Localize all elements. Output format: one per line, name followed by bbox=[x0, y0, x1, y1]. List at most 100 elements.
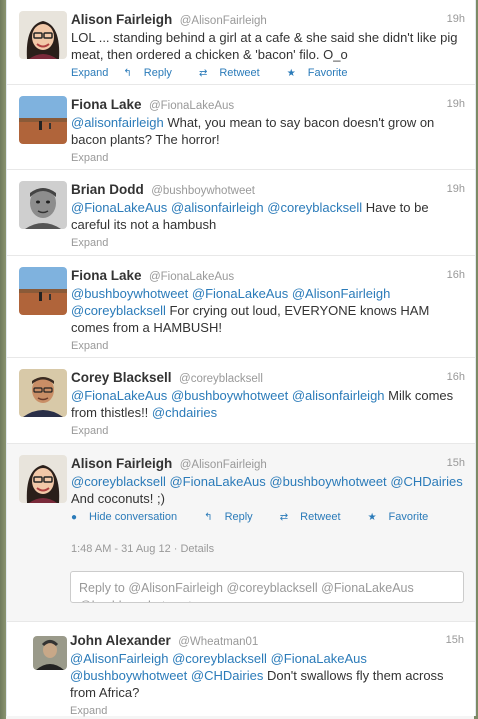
tweet[interactable]: Corey Blacksell @coreyblacksell 16h @Fio… bbox=[7, 358, 475, 444]
author-handle[interactable]: @Wheatman01 bbox=[178, 636, 258, 648]
tweet[interactable]: Fiona Lake @FionaLakeAus 16h @bushboywho… bbox=[7, 256, 475, 358]
tweet-text: @FionaLakeAus @bushboywhotweet @alisonfa… bbox=[71, 387, 465, 421]
reply-button[interactable]: ↰ Reply bbox=[123, 67, 184, 79]
hide-conversation-label: Hide conversation bbox=[89, 511, 178, 523]
text-segment: LOL ... standing behind a girl at a cafe… bbox=[71, 30, 458, 62]
author-handle[interactable]: @FionaLakeAus bbox=[149, 100, 234, 112]
reply-label: Reply bbox=[143, 67, 172, 79]
reply-label: Reply bbox=[224, 511, 253, 523]
timestamp[interactable]: 15h bbox=[447, 457, 465, 469]
mention-link[interactable]: @coreyblacksell bbox=[172, 651, 267, 666]
author-name[interactable]: Fiona Lake bbox=[71, 268, 142, 283]
avatar[interactable] bbox=[19, 96, 67, 144]
retweet-icon: ⇄ bbox=[198, 68, 208, 79]
author-name[interactable]: Corey Blacksell bbox=[71, 370, 172, 385]
text-segment: And coconuts! ;) bbox=[71, 491, 165, 506]
mention-link[interactable]: @alisonfairleigh bbox=[292, 388, 385, 403]
expand-link[interactable]: Expand bbox=[71, 237, 108, 249]
mention-link[interactable]: @bushboywhotweet bbox=[269, 474, 386, 489]
tweet-content: John Alexander @Wheatman01 15h @AlisonFa… bbox=[70, 632, 464, 719]
mention-link[interactable]: @FionaLakeAus bbox=[71, 200, 167, 215]
tweet-actions: Expand bbox=[71, 237, 465, 251]
mention-link[interactable]: @coreyblacksell bbox=[267, 200, 362, 215]
mention-link[interactable]: @FionaLakeAus bbox=[271, 651, 367, 666]
favorite-button[interactable]: ★ Favorite bbox=[368, 511, 441, 523]
tweet-text: @FionaLakeAus @alisonfairleigh @coreybla… bbox=[71, 199, 465, 233]
author-name[interactable]: Alison Fairleigh bbox=[71, 12, 172, 27]
reply-input[interactable]: Reply to @AlisonFairleigh @coreyblacksel… bbox=[70, 571, 464, 603]
author-handle[interactable]: @AlisonFairleigh bbox=[180, 459, 267, 471]
author-handle[interactable]: @bushboywhotweet bbox=[151, 185, 255, 197]
expand-link[interactable]: Expand bbox=[71, 425, 108, 437]
timestamp[interactable]: 16h bbox=[447, 269, 465, 281]
star-icon: ★ bbox=[367, 512, 377, 523]
conversation-icon: ● bbox=[71, 512, 78, 523]
expand-link[interactable]: Expand bbox=[71, 152, 108, 164]
mention-link[interactable]: @CHDairies bbox=[390, 474, 462, 489]
tweet-actions: ● Hide conversation ↰ Reply ⇄ Retweet ★ Favo… bbox=[71, 511, 465, 525]
avatar[interactable] bbox=[19, 11, 67, 59]
author-name[interactable]: John Alexander bbox=[70, 633, 171, 648]
timestamp[interactable]: 19h bbox=[447, 183, 465, 195]
favorite-label: Favorite bbox=[307, 67, 348, 79]
retweet-button[interactable]: ⇄ Retweet bbox=[199, 67, 272, 79]
mention-link[interactable]: @CHDairies bbox=[191, 668, 263, 683]
tweet[interactable]: Fiona Lake @FionaLakeAus 19h @alisonfair… bbox=[7, 85, 475, 170]
author-handle[interactable]: @FionaLakeAus bbox=[149, 271, 234, 283]
tweet[interactable]: Alison Fairleigh @AlisonFairleigh 19h LO… bbox=[7, 0, 475, 85]
timestamp[interactable]: 19h bbox=[447, 13, 465, 25]
retweet-icon: ⇄ bbox=[279, 512, 289, 523]
mention-link[interactable]: @FionaLakeAus bbox=[169, 474, 265, 489]
timestamp[interactable]: 16h bbox=[447, 371, 465, 383]
tweet-text: @coreyblacksell @FionaLakeAus @bushboywh… bbox=[71, 473, 465, 507]
mention-link[interactable]: @FionaLakeAus bbox=[71, 388, 167, 403]
tweet-text: @AlisonFairleigh @coreyblacksell @FionaL… bbox=[70, 650, 464, 701]
tweet-actions: Expand bbox=[71, 425, 465, 439]
mention-link[interactable]: @alisonfairleigh bbox=[71, 115, 164, 130]
mention-link[interactable]: @alisonfairleigh bbox=[171, 200, 264, 215]
author-handle[interactable]: @coreyblacksell bbox=[179, 373, 263, 385]
mention-link[interactable]: @chdairies bbox=[152, 405, 217, 420]
tweet[interactable]: Brian Dodd @bushboywhotweet 19h @FionaLa… bbox=[7, 170, 475, 256]
author-name[interactable]: Alison Fairleigh bbox=[71, 456, 172, 471]
reply-icon: ↰ bbox=[204, 512, 213, 523]
expand-link[interactable]: Expand bbox=[70, 705, 107, 717]
retweet-button[interactable]: ⇄ Retweet bbox=[280, 511, 353, 523]
expand-link[interactable]: Expand bbox=[71, 67, 108, 79]
author-name[interactable]: Fiona Lake bbox=[71, 97, 142, 112]
tweet-text: LOL ... standing behind a girl at a cafe… bbox=[71, 29, 465, 63]
tweet-actions: Expand bbox=[70, 705, 464, 719]
star-icon: ★ bbox=[286, 68, 296, 79]
retweet-label: Retweet bbox=[300, 511, 341, 523]
avatar[interactable] bbox=[19, 369, 67, 417]
tweet-details[interactable]: 1:48 AM - 31 Aug 12 · Details bbox=[71, 543, 465, 555]
author-handle[interactable]: @AlisonFairleigh bbox=[180, 15, 267, 27]
tweet-actions: Expand ↰ Reply ⇄ Retweet ★ Favorite bbox=[71, 67, 465, 81]
reply-icon: ↰ bbox=[123, 68, 132, 79]
mention-link[interactable]: @bushboywhotweet bbox=[71, 286, 188, 301]
avatar[interactable] bbox=[19, 455, 67, 503]
favorite-label: Favorite bbox=[388, 511, 429, 523]
mention-link[interactable]: @coreyblacksell bbox=[71, 474, 166, 489]
tweet-text: @alisonfairleigh What, you mean to say b… bbox=[71, 114, 465, 148]
timestamp[interactable]: 19h bbox=[447, 98, 465, 110]
mention-link[interactable]: @coreyblacksell bbox=[71, 303, 166, 318]
favorite-button[interactable]: ★ Favorite bbox=[287, 67, 360, 79]
hide-conversation-button[interactable]: ● Hide conversation bbox=[71, 511, 189, 523]
mention-link[interactable]: @AlisonFairleigh bbox=[292, 286, 390, 301]
reply-button[interactable]: ↰ Reply bbox=[204, 511, 265, 523]
mention-link[interactable]: @AlisonFairleigh bbox=[70, 651, 168, 666]
mention-link[interactable]: @bushboywhotweet bbox=[70, 668, 187, 683]
tweet-actions: Expand bbox=[71, 152, 465, 166]
timestamp[interactable]: 15h bbox=[446, 634, 464, 646]
retweet-label: Retweet bbox=[219, 67, 260, 79]
tweet-actions: Expand bbox=[71, 340, 465, 354]
mention-link[interactable]: @bushboywhotweet bbox=[171, 388, 288, 403]
tweet-text: @bushboywhotweet @FionaLakeAus @AlisonFa… bbox=[71, 285, 465, 336]
mention-link[interactable]: @FionaLakeAus bbox=[192, 286, 288, 301]
author-name[interactable]: Brian Dodd bbox=[71, 182, 144, 197]
avatar[interactable] bbox=[19, 267, 67, 315]
avatar[interactable] bbox=[19, 181, 67, 229]
expand-link[interactable]: Expand bbox=[71, 340, 108, 352]
avatar[interactable] bbox=[33, 636, 67, 670]
